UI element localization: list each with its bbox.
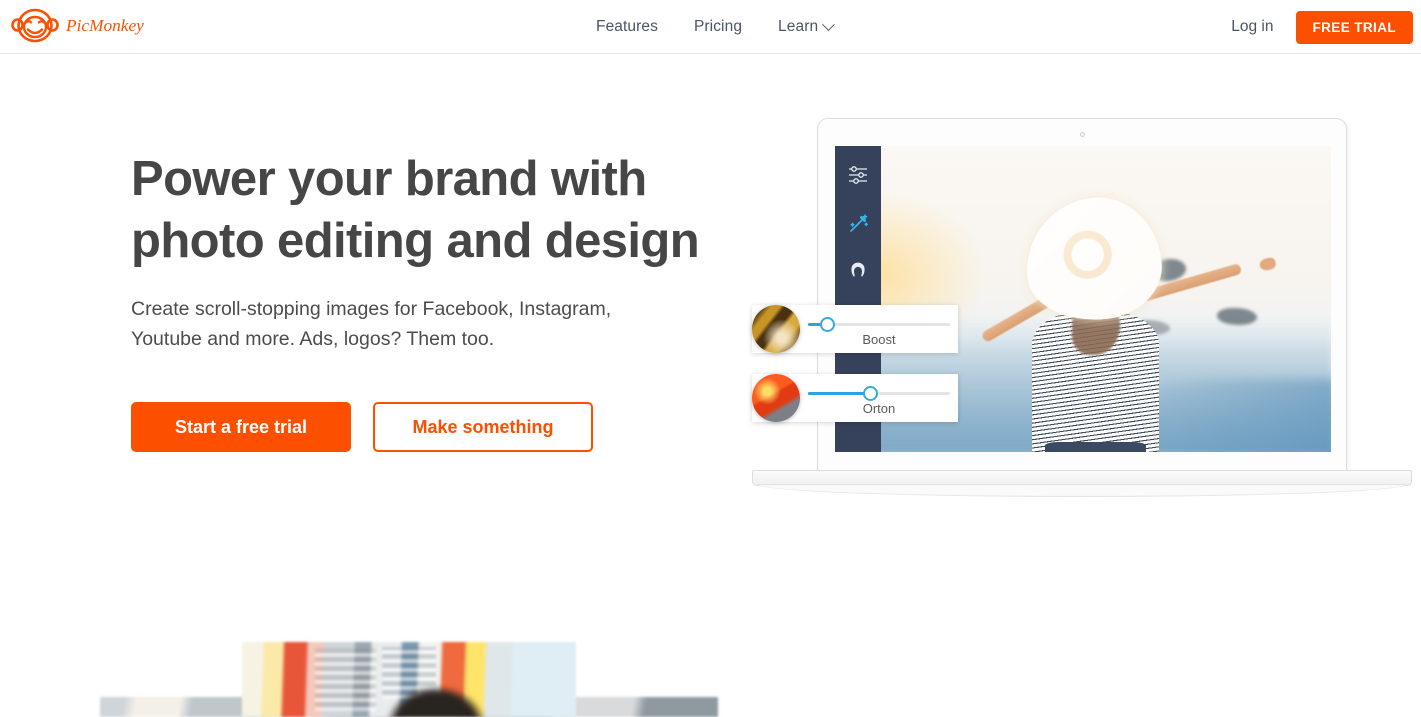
hero-actions: Start a free trial Make something — [131, 402, 731, 452]
nav-item-learn[interactable]: Learn — [778, 17, 836, 36]
orton-filter-thumbnail — [752, 374, 800, 422]
nav-item-learn-label: Learn — [778, 18, 819, 35]
brand-wordmark: PicMonkey — [66, 16, 144, 35]
filter-card-orton[interactable]: Orton — [752, 374, 958, 422]
orton-slider[interactable]: Orton — [808, 374, 950, 422]
brand-name: PicMonkey — [66, 16, 144, 35]
filter-label-boost: Boost — [862, 332, 896, 347]
site-header: PicMonkey Features Pricing Learn Log in … — [0, 0, 1421, 54]
laptop-foot — [752, 484, 1412, 497]
person-head — [385, 685, 486, 717]
nav-item-pricing-label: Pricing — [693, 18, 743, 35]
touch-up-face-icon[interactable] — [843, 256, 873, 286]
nav-item-features[interactable]: Features — [596, 18, 658, 36]
chevron-down-icon — [822, 17, 836, 31]
make-something-button[interactable]: Make something — [373, 402, 593, 452]
hero-copy: Power your brand with photo editing and … — [131, 148, 731, 452]
filter-card-boost[interactable]: Boost — [752, 305, 958, 353]
filter-label-orton: Orton — [862, 401, 896, 416]
page-title: Power your brand with photo editing and … — [131, 152, 700, 268]
logo[interactable]: PicMonkey — [10, 5, 171, 47]
start-free-trial-button[interactable]: Start a free trial — [131, 402, 351, 452]
slider-knob[interactable] — [862, 386, 878, 401]
free-trial-button[interactable]: FREE TRIAL — [1295, 10, 1413, 44]
right-hand — [1258, 255, 1278, 272]
login-link[interactable]: Log in — [1231, 18, 1273, 36]
bottom-image-panel — [242, 642, 576, 717]
slider-fill — [808, 392, 871, 395]
shelf-detail — [315, 648, 376, 711]
boost-filter-thumbnail — [752, 305, 800, 353]
person-figure — [980, 191, 1278, 452]
main-nav: Features Pricing Learn — [596, 0, 836, 54]
webcam-icon — [1079, 132, 1085, 137]
nav-item-features-label: Features — [596, 18, 658, 35]
slider-track — [808, 392, 950, 395]
hero-subtitle: Create scroll-stopping images for Facebo… — [131, 298, 612, 350]
boost-slider[interactable]: Boost — [808, 305, 950, 353]
magic-wand-icon[interactable] — [843, 208, 873, 238]
header-actions: Log in FREE TRIAL — [1231, 0, 1413, 54]
slider-knob[interactable] — [820, 317, 836, 332]
nav-item-pricing[interactable]: Pricing — [694, 18, 742, 36]
adjust-sliders-icon[interactable] — [843, 160, 873, 190]
jeans — [1045, 441, 1146, 452]
monkey-face-icon — [11, 8, 59, 43]
